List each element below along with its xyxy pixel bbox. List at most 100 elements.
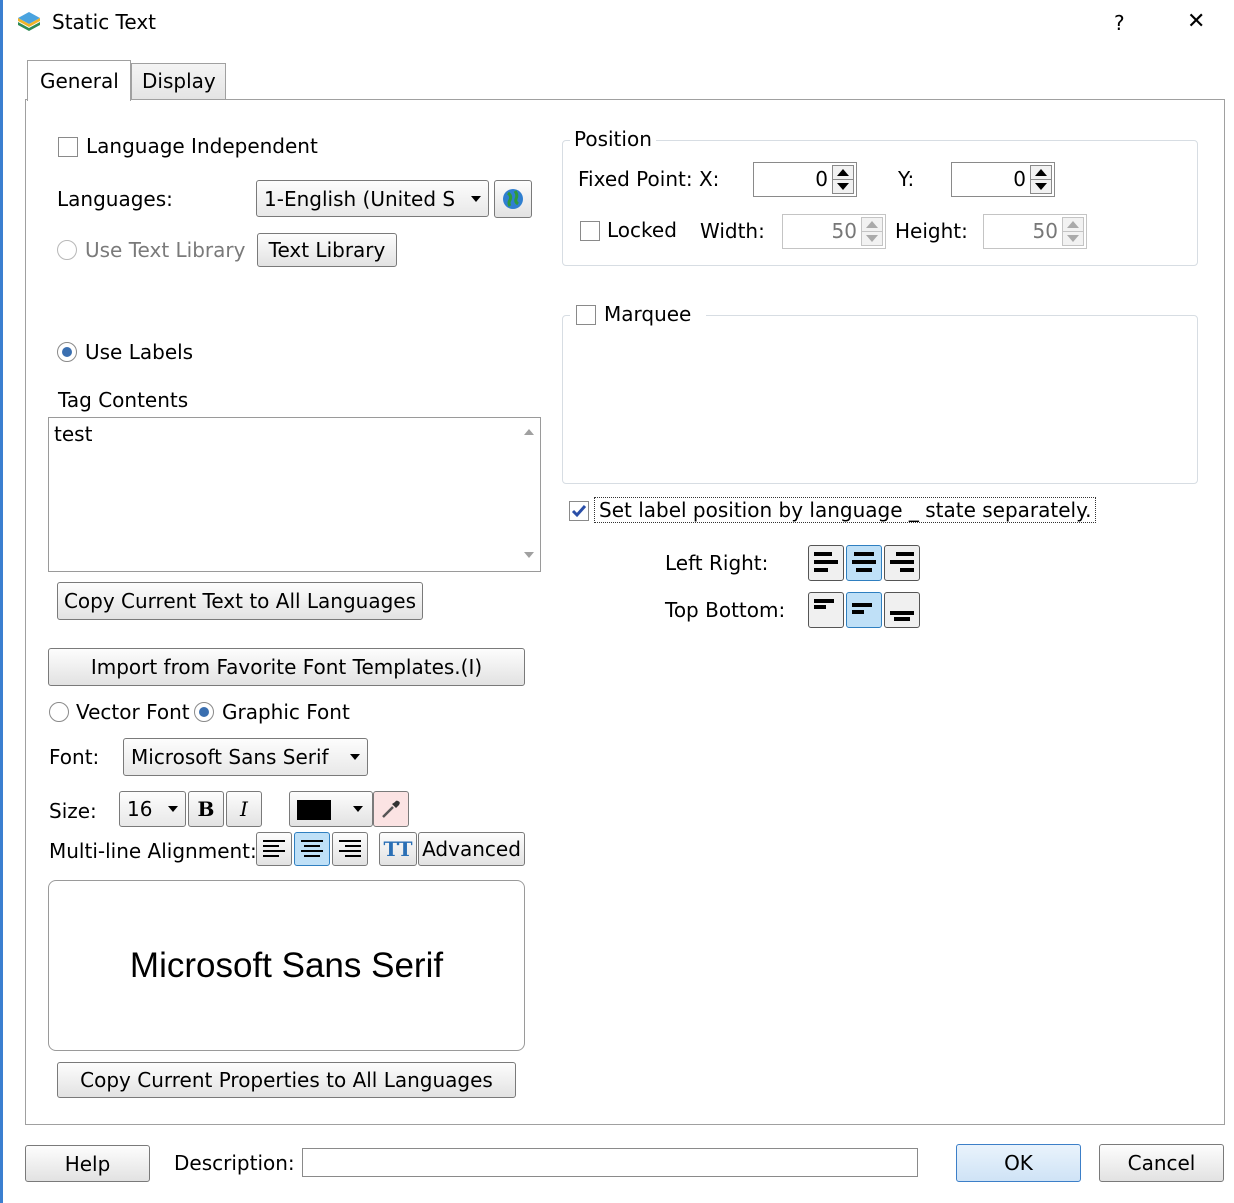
language-independent-checkbox[interactable] — [58, 137, 78, 157]
description-label: Description: — [174, 1151, 295, 1175]
globe-icon — [503, 189, 523, 209]
y-label: Y: — [898, 167, 915, 191]
tt-icon: TT — [383, 837, 413, 861]
language-independent-label: Language Independent — [86, 134, 318, 158]
font-dropdown[interactable]: Microsoft Sans Serif — [123, 738, 368, 776]
ok-button[interactable]: OK — [956, 1144, 1081, 1182]
align-right-button[interactable] — [332, 832, 368, 866]
tab-general-label: General — [40, 69, 119, 93]
width-spinbox[interactable]: 50 — [782, 214, 886, 249]
use-labels-label: Use Labels — [85, 340, 194, 364]
graphic-font-radio[interactable] — [194, 702, 214, 722]
scroll-up-icon[interactable] — [524, 429, 534, 435]
spin-down-icon[interactable] — [1031, 180, 1051, 194]
height-label: Height: — [895, 219, 968, 243]
eyedropper-icon — [382, 800, 400, 818]
eyedropper-button[interactable] — [373, 791, 409, 827]
globe-button[interactable] — [494, 180, 532, 218]
locked-checkbox[interactable] — [580, 221, 600, 241]
chevron-down-icon — [168, 806, 178, 812]
help-button[interactable]: Help — [25, 1145, 150, 1182]
locked-label: Locked — [607, 218, 677, 242]
languages-value: 1-English (United S — [264, 186, 456, 211]
vector-font-label: Vector Font — [76, 700, 190, 724]
size-label: Size: — [49, 799, 97, 823]
font-preview: Microsoft Sans Serif — [48, 880, 525, 1051]
copy-text-button[interactable]: Copy Current Text to All Languages — [57, 582, 423, 620]
close-icon[interactable]: ✕ — [1187, 9, 1205, 35]
marquee-group — [562, 315, 1198, 484]
vector-font-radio[interactable] — [49, 702, 69, 722]
top-bottom-middle-button[interactable] — [846, 592, 882, 628]
tag-contents-textarea[interactable]: test — [48, 417, 541, 572]
size-dropdown[interactable]: 16 — [119, 791, 186, 827]
languages-dropdown[interactable]: 1-English (United S — [256, 180, 489, 217]
font-label: Font: — [49, 745, 100, 769]
color-picker[interactable] — [289, 791, 373, 827]
align-center-button[interactable] — [294, 832, 330, 866]
bold-button[interactable]: B — [188, 791, 224, 827]
y-value: 0 — [1013, 167, 1026, 191]
tab-general[interactable]: General — [27, 60, 131, 101]
width-label: Width: — [700, 219, 765, 243]
spin-up-icon[interactable] — [1063, 218, 1083, 232]
chevron-down-icon — [471, 195, 481, 202]
width-value: 50 — [831, 219, 857, 243]
fixed-point-x-label: Fixed Point: X: — [578, 167, 720, 191]
use-text-library-label: Use Text Library — [85, 238, 246, 262]
marquee-label: Marquee — [604, 302, 692, 326]
font-preview-text: Microsoft Sans Serif — [129, 945, 444, 985]
multiline-alignment-label: Multi-line Alignment: — [49, 839, 257, 863]
spin-up-icon[interactable] — [1031, 166, 1051, 180]
top-bottom-label: Top Bottom: — [665, 598, 786, 622]
top-bottom-bottom-button[interactable] — [884, 592, 920, 628]
window-title: Static Text — [52, 10, 156, 34]
app-icon — [16, 10, 42, 34]
description-input[interactable] — [302, 1148, 918, 1177]
bold-icon: B — [197, 797, 215, 821]
top-bottom-top-button[interactable] — [808, 592, 844, 628]
window-left-edge — [0, 0, 3, 1203]
italic-button[interactable]: I — [226, 791, 262, 827]
spin-up-icon[interactable] — [833, 166, 853, 180]
use-labels-radio[interactable] — [57, 342, 77, 362]
help-icon[interactable]: ? — [1114, 10, 1125, 36]
color-swatch — [297, 800, 331, 820]
spin-up-icon[interactable] — [862, 218, 882, 232]
checkmark-icon — [571, 505, 587, 518]
scroll-down-icon[interactable] — [524, 552, 534, 558]
font-value: Microsoft Sans Serif — [131, 745, 329, 769]
languages-label: Languages: — [57, 187, 173, 211]
advanced-button[interactable]: Advanced — [418, 832, 525, 866]
align-left-button[interactable] — [256, 832, 292, 866]
text-effects-button[interactable]: TT — [379, 832, 417, 866]
x-value: 0 — [815, 167, 828, 191]
left-right-right-button[interactable] — [884, 545, 920, 581]
marquee-checkbox[interactable] — [576, 305, 596, 325]
copy-properties-button[interactable]: Copy Current Properties to All Languages — [57, 1062, 516, 1098]
cancel-button[interactable]: Cancel — [1099, 1144, 1224, 1182]
height-value: 50 — [1032, 219, 1058, 243]
import-font-templates-button[interactable]: Import from Favorite Font Templates.(I) — [48, 648, 525, 686]
use-text-library-radio[interactable] — [57, 240, 77, 260]
spin-down-icon[interactable] — [833, 180, 853, 194]
text-library-button[interactable]: Text Library — [257, 233, 397, 267]
size-value: 16 — [127, 797, 153, 821]
left-right-center-button[interactable] — [846, 545, 882, 581]
spin-down-icon[interactable] — [862, 232, 882, 246]
position-group-label: Position — [570, 126, 656, 152]
spin-down-icon[interactable] — [1063, 232, 1083, 246]
y-spinbox[interactable]: 0 — [951, 162, 1055, 197]
chevron-down-icon — [350, 754, 360, 760]
set-label-position-checkbox[interactable] — [569, 501, 589, 521]
height-spinbox[interactable]: 50 — [983, 214, 1087, 249]
tag-contents-value: test — [54, 422, 93, 446]
scrollbar[interactable] — [518, 418, 540, 571]
set-label-position-label: Set label position by language _ state s… — [594, 497, 1097, 523]
x-spinbox[interactable]: 0 — [753, 162, 857, 197]
tab-display[interactable]: Display — [131, 63, 226, 99]
left-right-label: Left Right: — [665, 551, 769, 575]
left-right-left-button[interactable] — [808, 545, 844, 581]
tab-display-label: Display — [142, 69, 216, 93]
chevron-down-icon — [353, 806, 363, 812]
